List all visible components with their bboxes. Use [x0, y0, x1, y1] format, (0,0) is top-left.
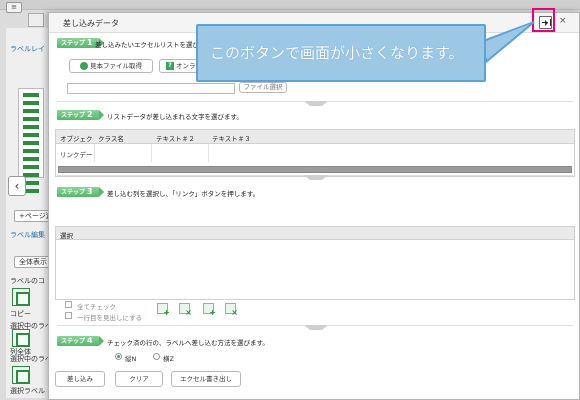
list-data-table: オブジェク クラス名 テキスト＃２ テキスト＃３ リンクデー — [55, 129, 575, 177]
delete-column-icon[interactable] — [179, 303, 192, 317]
sidebar-label-layout: ラベルレイ — [10, 45, 45, 53]
add-row-icon[interactable] — [203, 303, 216, 317]
sample-file-button[interactable]: 見本ファイル取得 — [69, 59, 153, 73]
sidebar-label-edit: ラベル編集 — [10, 231, 45, 239]
file-path-field[interactable] — [67, 83, 235, 94]
radio-vertical[interactable] — [115, 353, 122, 360]
dialog-title: 差し込みデータ — [63, 19, 119, 28]
chevron-down-icon — [301, 175, 328, 181]
step-2-badge: ステップ 2 — [57, 110, 104, 120]
horizontal-scrollbar[interactable] — [58, 166, 572, 173]
table-cell[interactable]: リンクデー — [60, 149, 93, 159]
merge-button[interactable]: 差し込み — [55, 371, 105, 387]
excel-export-button[interactable]: エクセル書き出し — [171, 371, 241, 387]
tooltip-callout: このボタンで画面が小さくなります。 — [196, 24, 486, 82]
table-header-cell: テキスト＃３ — [212, 135, 251, 143]
copy-icon[interactable] — [12, 288, 30, 306]
callout-text: このボタンで画面が小さくなります。 — [210, 44, 464, 62]
left-sidebar: ラベルレイ +ページ追 ラベル編集 全体表示 ラベルのコ コピー 選択中のラベ … — [6, 28, 58, 398]
grid-icon[interactable] — [28, 13, 44, 27]
radio-vertical-label: 縦N — [125, 355, 137, 363]
clear-button[interactable]: クリア — [115, 371, 163, 387]
show-all-button[interactable]: 全体表示 — [14, 256, 52, 268]
first-row-header-checkbox[interactable] — [65, 312, 72, 319]
select-label-icon[interactable] — [12, 366, 30, 384]
globe-icon — [80, 62, 88, 70]
collapse-arrow-icon[interactable]: ‹ — [8, 176, 26, 196]
column-all-icon[interactable] — [12, 329, 30, 347]
copy-label: コピー — [10, 310, 31, 318]
sidebar-label-copy: ラベルのコ — [10, 277, 45, 285]
file-select-button[interactable]: ファイル選択 — [239, 82, 287, 93]
hamburger-icon[interactable]: ≡ — [6, 2, 22, 13]
help-icon: ? — [166, 62, 174, 70]
table-header-cell: クラス名 — [98, 135, 124, 143]
chevron-down-icon — [301, 325, 328, 331]
radio-horizontal[interactable] — [153, 353, 160, 360]
step-3-text: 差し込む列を選択し、「リンク」ボタンを押します。 — [107, 190, 260, 198]
check-all-label: 全てチェック — [77, 303, 116, 311]
table-header-row: オブジェク クラス名 テキスト＃２ テキスト＃３ — [56, 130, 574, 144]
delete-row-icon[interactable] — [225, 303, 238, 317]
step-4-badge: ステップ 4 — [57, 336, 104, 346]
selection-header: 選択 — [56, 227, 574, 240]
close-icon[interactable]: × — [559, 16, 567, 26]
step-2-text: リストデータが差し込まれる文字を選びます。 — [107, 113, 243, 121]
selection-list[interactable]: 選択 — [55, 226, 575, 300]
table-header-cell: オブジェク — [60, 135, 93, 143]
add-column-icon[interactable] — [157, 303, 170, 317]
table-header-cell: テキスト＃２ — [156, 135, 195, 143]
chevron-down-icon — [301, 101, 328, 107]
sidebar-label-selected-2: 選択中のラベ — [10, 355, 52, 363]
app-top-bar — [0, 0, 580, 10]
step-3-badge: ステップ 3 — [57, 187, 104, 197]
step-4-text: チェック済の行の、ラベルへ差し込む方法を選びます。 — [107, 339, 269, 347]
check-all-checkbox[interactable] — [65, 301, 72, 308]
shrink-button-highlight — [532, 8, 555, 32]
radio-horizontal-label: 横Z — [163, 355, 174, 363]
first-row-header-label: 一行目を見出しにする — [77, 314, 143, 322]
select-label-text: 選択ラベル — [10, 387, 45, 395]
step-1-badge: ステップ 1 — [57, 38, 104, 48]
label-layout-preview — [18, 88, 44, 193]
